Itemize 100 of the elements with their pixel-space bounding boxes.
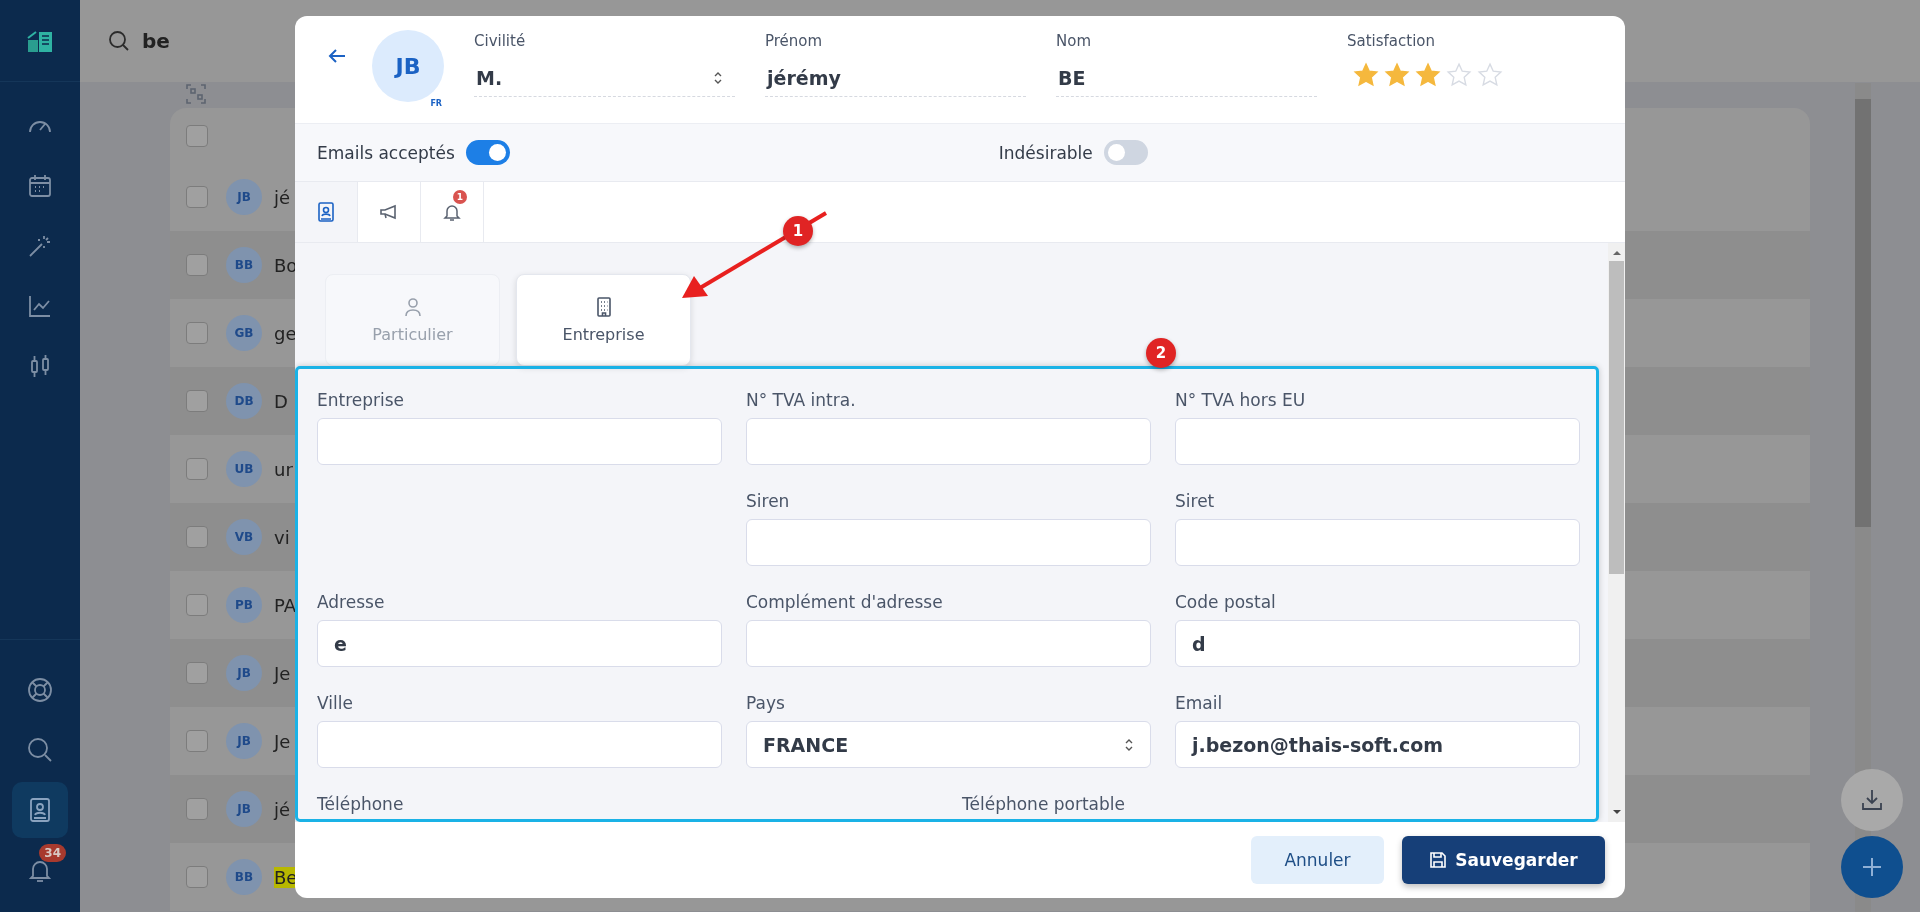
plus-icon (1860, 855, 1884, 879)
star-icon (1353, 62, 1379, 88)
contact-name: vi (274, 526, 290, 548)
avatar-initials: DB (226, 383, 262, 419)
contact-name: ur (274, 458, 293, 480)
search-icon (26, 736, 54, 764)
toggle-switch[interactable] (465, 140, 510, 165)
search-field[interactable]: be (142, 29, 170, 53)
select-all-checkbox[interactable] (186, 124, 208, 147)
sidebar-item[interactable]: 34 (12, 842, 68, 898)
row-checkbox[interactable] (186, 254, 208, 276)
scroll-down-icon[interactable] (1611, 808, 1622, 816)
input-field[interactable]: jérémy (765, 52, 1026, 97)
field-label: Ville (317, 693, 354, 713)
scrollbar[interactable] (1608, 243, 1625, 822)
avatar-initials: JB (226, 723, 262, 759)
notification-badge: 1 (453, 190, 467, 204)
toggle-label: Emails acceptés (317, 142, 455, 163)
star-icon (1384, 62, 1410, 88)
row-checkbox[interactable] (186, 322, 208, 344)
row-checkbox[interactable] (186, 662, 208, 684)
avatar-initials: VB (226, 519, 262, 555)
avatar-initials: BB (226, 247, 262, 283)
field-label: Siret (1175, 491, 1216, 511)
field-label: Complément d'adresse (746, 592, 944, 612)
field-label: Nom (1056, 32, 1092, 52)
select-field[interactable]: FRANCE (746, 721, 1151, 768)
sidebar-item[interactable] (12, 782, 68, 838)
input-field[interactable] (317, 418, 722, 465)
avatar-initials: GB (226, 315, 262, 351)
person-icon (403, 296, 422, 317)
avatar-initials: PB (226, 587, 262, 623)
contact-name: PA (274, 594, 297, 616)
field-label: Siren (746, 491, 791, 511)
bell-icon (443, 202, 461, 222)
field-label: Code postal (1175, 592, 1277, 612)
avatar-initials: JB (226, 655, 262, 691)
avatar-initials: JB (226, 791, 262, 827)
field-label: Civilité (474, 32, 527, 52)
field-label: Satisfaction (1347, 32, 1437, 52)
download-icon (1859, 787, 1885, 813)
save-button[interactable]: Sauvegarder (1402, 836, 1605, 884)
search-icon (108, 30, 130, 52)
field-label: Téléphone portable (962, 794, 1126, 814)
row-checkbox[interactable] (186, 526, 208, 548)
input-field[interactable]: e (317, 620, 722, 667)
row-checkbox[interactable] (186, 390, 208, 412)
field-label: Pays (746, 693, 786, 713)
contact-name: Je (274, 730, 291, 752)
building-icon (595, 296, 612, 317)
input-field[interactable] (317, 721, 722, 768)
select-field[interactable]: M. (474, 52, 735, 97)
row-checkbox[interactable] (186, 798, 208, 820)
sort-caret-icon (713, 71, 723, 85)
scan-icon[interactable] (184, 82, 208, 106)
contact-name: jé (274, 186, 291, 208)
avatar-initials: UB (226, 451, 262, 487)
locale-label: FR (430, 99, 442, 108)
toggle-switch[interactable] (1103, 140, 1148, 165)
scroll-up-icon[interactable] (1611, 249, 1622, 257)
contact-type-option[interactable]: Entreprise (516, 274, 691, 366)
contact-name: D (274, 390, 288, 412)
save-icon (1429, 851, 1448, 869)
row-checkbox[interactable] (186, 594, 208, 616)
input-field[interactable]: j.bezon@thais-soft.com (1175, 721, 1580, 768)
contact-name: Je (274, 662, 291, 684)
row-checkbox[interactable] (186, 730, 208, 752)
field-label: N° TVA intra. (746, 390, 857, 410)
field-label: N° TVA hors EU (1175, 390, 1307, 410)
back-arrow-icon[interactable] (328, 48, 346, 64)
toggle-label: Indésirable (998, 142, 1093, 163)
sort-caret-icon (1124, 737, 1134, 752)
input-field[interactable] (746, 519, 1151, 566)
field-label: Adresse (317, 592, 386, 612)
annotation-marker: 1 (783, 216, 813, 246)
notification-badge: 34 (39, 844, 66, 862)
input-field[interactable]: BE (1056, 52, 1317, 97)
star-icon (1446, 62, 1472, 88)
row-checkbox[interactable] (186, 186, 208, 208)
lifebuoy-icon (26, 676, 54, 704)
contact-name: ge (274, 322, 297, 344)
avatar-initials: JB (226, 179, 262, 215)
cancel-button[interactable]: Annuler (1251, 836, 1384, 884)
input-field[interactable] (1175, 418, 1580, 465)
field-label: Entreprise (317, 390, 406, 410)
input-field[interactable]: d (1175, 620, 1580, 667)
field-label: Email (1175, 693, 1224, 713)
row-checkbox[interactable] (186, 866, 208, 888)
star-icon (1415, 62, 1441, 88)
tab[interactable] (295, 182, 358, 242)
input-field[interactable] (746, 620, 1151, 667)
input-field[interactable] (746, 418, 1151, 465)
input-field[interactable] (1175, 519, 1580, 566)
avatar-initials: BB (226, 859, 262, 895)
field-label: Prénom (765, 32, 824, 52)
row-checkbox[interactable] (186, 458, 208, 480)
calendar-icon (26, 172, 54, 200)
field-label: Téléphone (317, 794, 405, 814)
contact-name: jé (274, 798, 291, 820)
annotation-marker: 2 (1146, 338, 1176, 368)
